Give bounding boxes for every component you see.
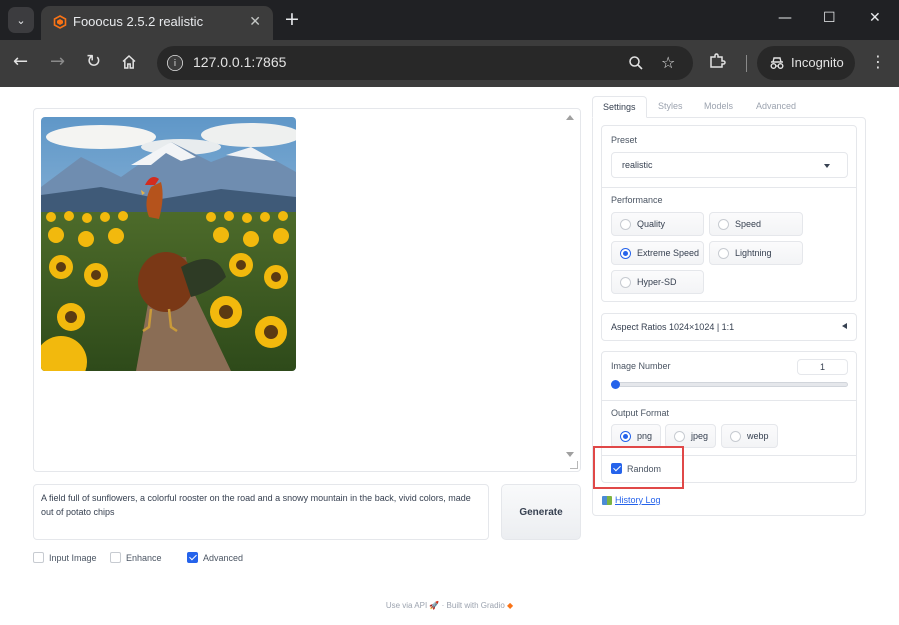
image-number-input[interactable]: 1 bbox=[797, 359, 848, 375]
output-format-png[interactable]: png bbox=[611, 424, 661, 448]
lightning-label: Lightning bbox=[735, 248, 772, 258]
zoom-icon[interactable] bbox=[628, 55, 644, 71]
block-divider bbox=[602, 400, 856, 401]
reload-icon[interactable]: ↻ bbox=[86, 51, 101, 73]
maximize-icon[interactable]: ☐ bbox=[823, 10, 836, 26]
input-image-option[interactable]: Input Image bbox=[33, 552, 97, 563]
performance-quality[interactable]: Quality bbox=[611, 212, 704, 236]
chevron-down-icon bbox=[824, 164, 830, 168]
radio-hyper-sd[interactable] bbox=[620, 276, 631, 288]
generated-image[interactable] bbox=[41, 117, 296, 371]
gallery-resize-handle[interactable] bbox=[570, 461, 578, 469]
tab-styles[interactable]: Styles bbox=[658, 96, 683, 118]
highlight-box bbox=[593, 446, 684, 489]
footer-separator: · bbox=[441, 601, 445, 610]
tab-search-icon[interactable]: ⌄ bbox=[8, 7, 34, 33]
new-tab-icon[interactable]: + bbox=[284, 9, 300, 29]
books-icon bbox=[602, 495, 612, 505]
incognito-button[interactable]: Incognito bbox=[757, 46, 855, 80]
back-icon[interactable]: ← bbox=[13, 51, 28, 73]
history-log-link[interactable]: History Log bbox=[602, 495, 661, 505]
advanced-option[interactable]: Advanced bbox=[187, 552, 243, 563]
advanced-label: Advanced bbox=[203, 552, 244, 563]
tab-models[interactable]: Models bbox=[704, 96, 733, 118]
quality-label: Quality bbox=[637, 219, 666, 229]
bookmark-star-icon[interactable]: ☆ bbox=[661, 53, 675, 72]
png-label: png bbox=[637, 431, 653, 441]
output-format-jpeg[interactable]: jpeg bbox=[665, 424, 716, 448]
tab-advanced[interactable]: Advanced bbox=[756, 96, 796, 118]
fooocus-page: A field full of sunflowers, a colorful r… bbox=[0, 87, 899, 625]
enhance-option[interactable]: Enhance bbox=[110, 552, 162, 563]
minimize-icon[interactable]: — bbox=[778, 10, 792, 26]
speed-label: Speed bbox=[735, 219, 762, 229]
browser-tab-bar: ⌄ Fooocus 2.5.2 realistic ✕ + — ☐ ✕ bbox=[0, 0, 899, 40]
radio-png[interactable] bbox=[620, 430, 631, 442]
radio-extreme-speed[interactable] bbox=[620, 247, 631, 259]
tab-settings[interactable]: Settings bbox=[592, 96, 647, 118]
jpeg-label: jpeg bbox=[691, 431, 709, 441]
rooster-sunflower-image bbox=[41, 117, 296, 371]
history-log-label[interactable]: History Log bbox=[615, 495, 661, 505]
aspect-ratios-label: Aspect Ratios 1024×1024 | 1:1 bbox=[611, 322, 735, 332]
rocket-icon: 🚀 bbox=[429, 601, 440, 610]
radio-quality[interactable] bbox=[620, 218, 631, 230]
home-icon[interactable] bbox=[121, 54, 137, 70]
performance-label: Performance bbox=[611, 195, 663, 205]
enhance-label: Enhance bbox=[126, 552, 162, 563]
slider-handle[interactable] bbox=[611, 380, 620, 389]
incognito-icon bbox=[770, 57, 784, 69]
preset-label: Preset bbox=[611, 135, 638, 145]
toolbar-divider bbox=[746, 55, 747, 72]
url-text[interactable]: 127.0.0.1:7865 bbox=[193, 54, 286, 70]
block-divider bbox=[602, 187, 856, 188]
radio-lightning[interactable] bbox=[718, 247, 729, 259]
preset-dropdown[interactable]: realistic bbox=[611, 152, 848, 178]
address-bar[interactable]: i 127.0.0.1:7865 ☆ bbox=[157, 46, 693, 80]
incognito-label: Incognito bbox=[791, 55, 844, 70]
use-via-api-link[interactable]: Use via API bbox=[386, 601, 427, 610]
prompt-input[interactable]: A field full of sunflowers, a colorful r… bbox=[33, 484, 489, 540]
performance-speed[interactable]: Speed bbox=[709, 212, 803, 236]
gallery-scroll-up[interactable] bbox=[566, 115, 574, 120]
hyper-sd-label: Hyper-SD bbox=[637, 277, 677, 287]
preset-value: realistic bbox=[622, 160, 653, 170]
forward-icon[interactable]: → bbox=[50, 51, 65, 73]
output-format-webp[interactable]: webp bbox=[721, 424, 778, 448]
enhance-checkbox[interactable] bbox=[110, 552, 121, 563]
site-info-icon[interactable]: i bbox=[167, 55, 183, 71]
browser-tab[interactable]: Fooocus 2.5.2 realistic ✕ bbox=[41, 6, 273, 40]
gradio-logo-icon: ◆ bbox=[507, 601, 514, 610]
image-number-slider[interactable] bbox=[611, 382, 848, 387]
window-close-icon[interactable]: ✕ bbox=[869, 10, 881, 26]
tab-close-icon[interactable]: ✕ bbox=[249, 14, 261, 30]
aspect-ratios-accordion[interactable]: Aspect Ratios 1024×1024 | 1:1 bbox=[601, 313, 857, 341]
browser-toolbar: ← → ↻ i 127.0.0.1:7865 ☆ Incognito ⋮ bbox=[0, 40, 899, 87]
built-with-gradio-link[interactable]: Built with Gradio bbox=[447, 601, 505, 610]
advanced-checkbox[interactable] bbox=[187, 552, 198, 563]
output-gallery[interactable] bbox=[33, 108, 581, 472]
input-image-checkbox[interactable] bbox=[33, 552, 44, 563]
tab-title: Fooocus 2.5.2 realistic bbox=[73, 14, 204, 29]
output-format-label: Output Format bbox=[611, 408, 670, 418]
input-image-label: Input Image bbox=[49, 552, 97, 563]
radio-webp[interactable] bbox=[730, 430, 741, 442]
generate-button[interactable]: Generate bbox=[501, 484, 581, 540]
radio-jpeg[interactable] bbox=[674, 430, 685, 442]
performance-lightning[interactable]: Lightning bbox=[709, 241, 803, 265]
page-footer: Use via API 🚀 · Built with Gradio ◆ bbox=[0, 601, 899, 610]
performance-extreme-speed[interactable]: Extreme Speed bbox=[611, 241, 704, 265]
preset-performance-block: Preset realistic Performance Quality Spe… bbox=[601, 125, 857, 302]
gallery-scroll-down[interactable] bbox=[566, 452, 574, 457]
radio-speed[interactable] bbox=[718, 218, 729, 230]
image-number-label: Image Number bbox=[611, 361, 671, 371]
extreme-speed-label: Extreme Speed bbox=[637, 248, 700, 258]
more-menu-icon[interactable]: ⋮ bbox=[870, 52, 886, 71]
performance-hyper-sd[interactable]: Hyper-SD bbox=[611, 270, 704, 294]
settings-tabs: Settings Styles Models Advanced bbox=[592, 96, 866, 118]
collapse-arrow-icon[interactable] bbox=[842, 323, 847, 329]
fooocus-favicon-icon bbox=[53, 15, 67, 29]
extensions-icon[interactable] bbox=[708, 52, 726, 70]
webp-label: webp bbox=[747, 431, 769, 441]
